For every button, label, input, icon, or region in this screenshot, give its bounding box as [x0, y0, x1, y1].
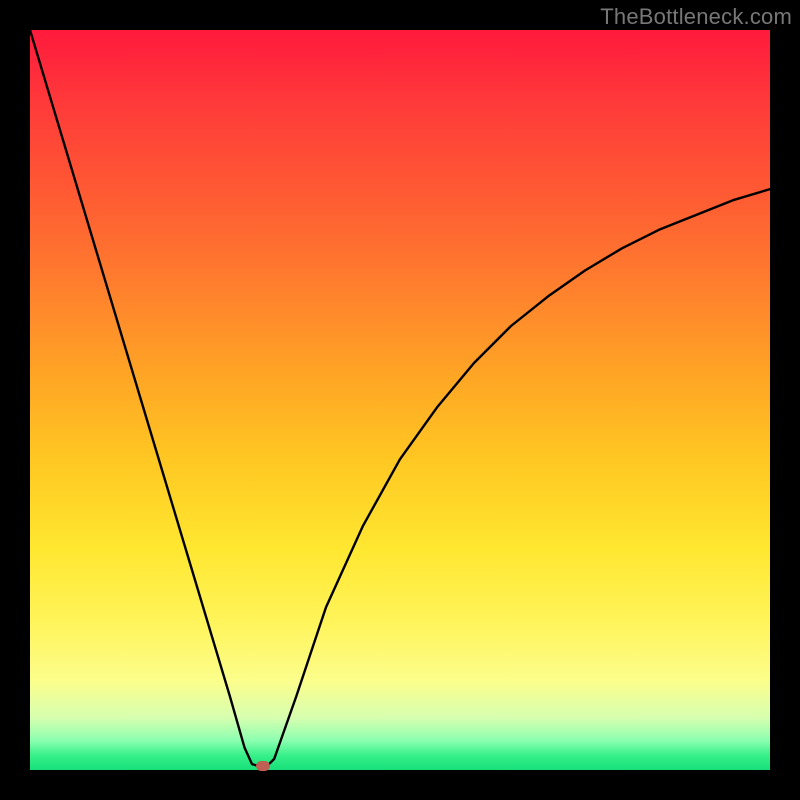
curve-svg — [30, 30, 770, 770]
watermark-text: TheBottleneck.com — [600, 4, 792, 30]
bottleneck-curve — [30, 30, 770, 766]
chart-plot-area — [30, 30, 770, 770]
chart-frame: TheBottleneck.com — [0, 0, 800, 800]
optimum-marker — [256, 761, 270, 771]
